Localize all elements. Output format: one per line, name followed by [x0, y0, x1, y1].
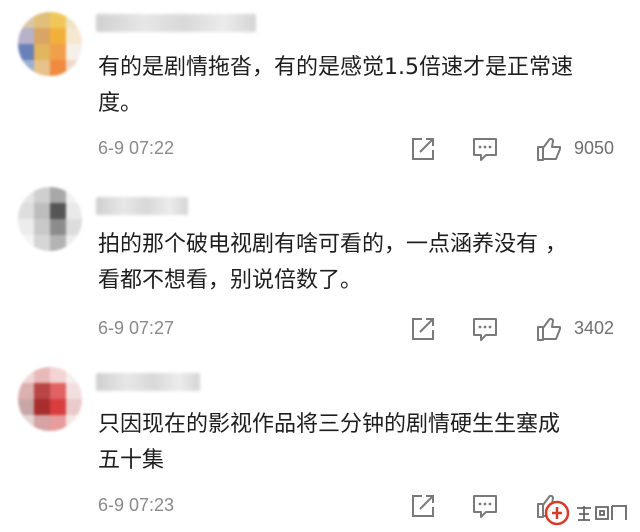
avatar-pixel — [66, 28, 82, 44]
avatar[interactable] — [18, 367, 82, 431]
comment-text: 有的是剧情拖沓，有的是感觉1.5倍速才是正常速 度。 — [98, 55, 573, 116]
comment-icon[interactable] — [472, 316, 498, 342]
avatar-pixel — [34, 399, 50, 415]
avatar-pixel — [50, 60, 66, 76]
avatar-pixel — [18, 383, 34, 399]
avatar-pixel — [34, 187, 50, 203]
avatar-pixel — [34, 235, 50, 251]
comment-icon[interactable] — [472, 136, 498, 162]
avatar-pixel — [18, 235, 34, 251]
avatar-pixel — [18, 187, 34, 203]
avatar-pixel — [34, 44, 50, 60]
avatar-pixel — [34, 383, 50, 399]
avatar-pixel — [50, 187, 66, 203]
avatar-pixel — [66, 235, 82, 251]
avatar-pixel — [50, 219, 66, 235]
share-icon[interactable] — [410, 316, 436, 342]
comment-icon[interactable] — [472, 493, 498, 519]
share-icon[interactable] — [410, 493, 436, 519]
avatar-pixel — [50, 367, 66, 383]
avatar-pixel — [34, 203, 50, 219]
avatar-image — [18, 12, 82, 76]
comment-time: 6-9 07:27 — [98, 318, 175, 338]
avatar-image — [18, 187, 82, 251]
avatar-pixel — [34, 415, 50, 431]
avatar[interactable] — [18, 187, 82, 251]
avatar-pixel — [66, 383, 82, 399]
avatar-pixel — [66, 219, 82, 235]
like-count: 3402 — [574, 318, 615, 338]
avatar-pixel — [18, 219, 34, 235]
avatar-pixel — [34, 28, 50, 44]
username-blurred[interactable] — [96, 14, 256, 32]
avatar-pixel — [66, 399, 82, 415]
avatar-pixel — [34, 219, 50, 235]
username-blurred[interactable] — [96, 373, 200, 391]
avatar-pixel — [66, 367, 82, 383]
comment-text: 拍的那个破电视剧有啥可看的，一点涵养没有 ， 看都不想看，别说倍数了。 — [98, 232, 567, 293]
avatar-pixel — [66, 44, 82, 60]
avatar-pixel — [50, 203, 66, 219]
comment-meta: 6-9 07:22 9050 — [98, 136, 628, 164]
avatar-pixel — [50, 415, 66, 431]
avatar-pixel — [50, 399, 66, 415]
avatar-pixel — [66, 12, 82, 28]
like-icon[interactable] — [536, 316, 562, 342]
username-blurred[interactable] — [96, 197, 188, 215]
avatar-pixel — [18, 44, 34, 60]
avatar-pixel — [50, 383, 66, 399]
avatar-pixel — [66, 187, 82, 203]
comment-text: 只因现在的影视作品将三分钟的剧情硬生生塞成 五十集 — [98, 412, 561, 473]
avatar-pixel — [18, 399, 34, 415]
comment-meta: 6-9 07:27 3402 — [98, 316, 628, 344]
avatar-pixel — [66, 415, 82, 431]
comment-time: 6-9 07:23 — [98, 495, 175, 515]
avatar-pixel — [34, 367, 50, 383]
avatar-pixel — [50, 44, 66, 60]
avatar-pixel — [66, 203, 82, 219]
avatar-pixel — [34, 60, 50, 76]
avatar-pixel — [34, 12, 50, 28]
like-count: 9050 — [574, 138, 615, 158]
avatar-pixel — [50, 28, 66, 44]
watermark-logo — [544, 498, 636, 528]
avatar[interactable] — [18, 12, 82, 76]
avatar-image — [18, 367, 82, 431]
share-icon[interactable] — [410, 136, 436, 162]
avatar-pixel — [18, 28, 34, 44]
comment-time: 6-9 07:22 — [98, 138, 175, 158]
avatar-pixel — [66, 60, 82, 76]
avatar-pixel — [18, 12, 34, 28]
avatar-pixel — [18, 203, 34, 219]
comment-item-1: 有的是剧情拖沓，有的是感觉1.5倍速才是正常速 度。 6-9 07:22 905… — [0, 0, 640, 175]
like-icon[interactable] — [536, 136, 562, 162]
comment-item-2: 拍的那个破电视剧有啥可看的，一点涵养没有 ， 看都不想看，别说倍数了。 6-9 … — [0, 175, 640, 353]
avatar-pixel — [18, 415, 34, 431]
avatar-pixel — [18, 60, 34, 76]
avatar-pixel — [18, 367, 34, 383]
avatar-pixel — [50, 235, 66, 251]
avatar-pixel — [50, 12, 66, 28]
